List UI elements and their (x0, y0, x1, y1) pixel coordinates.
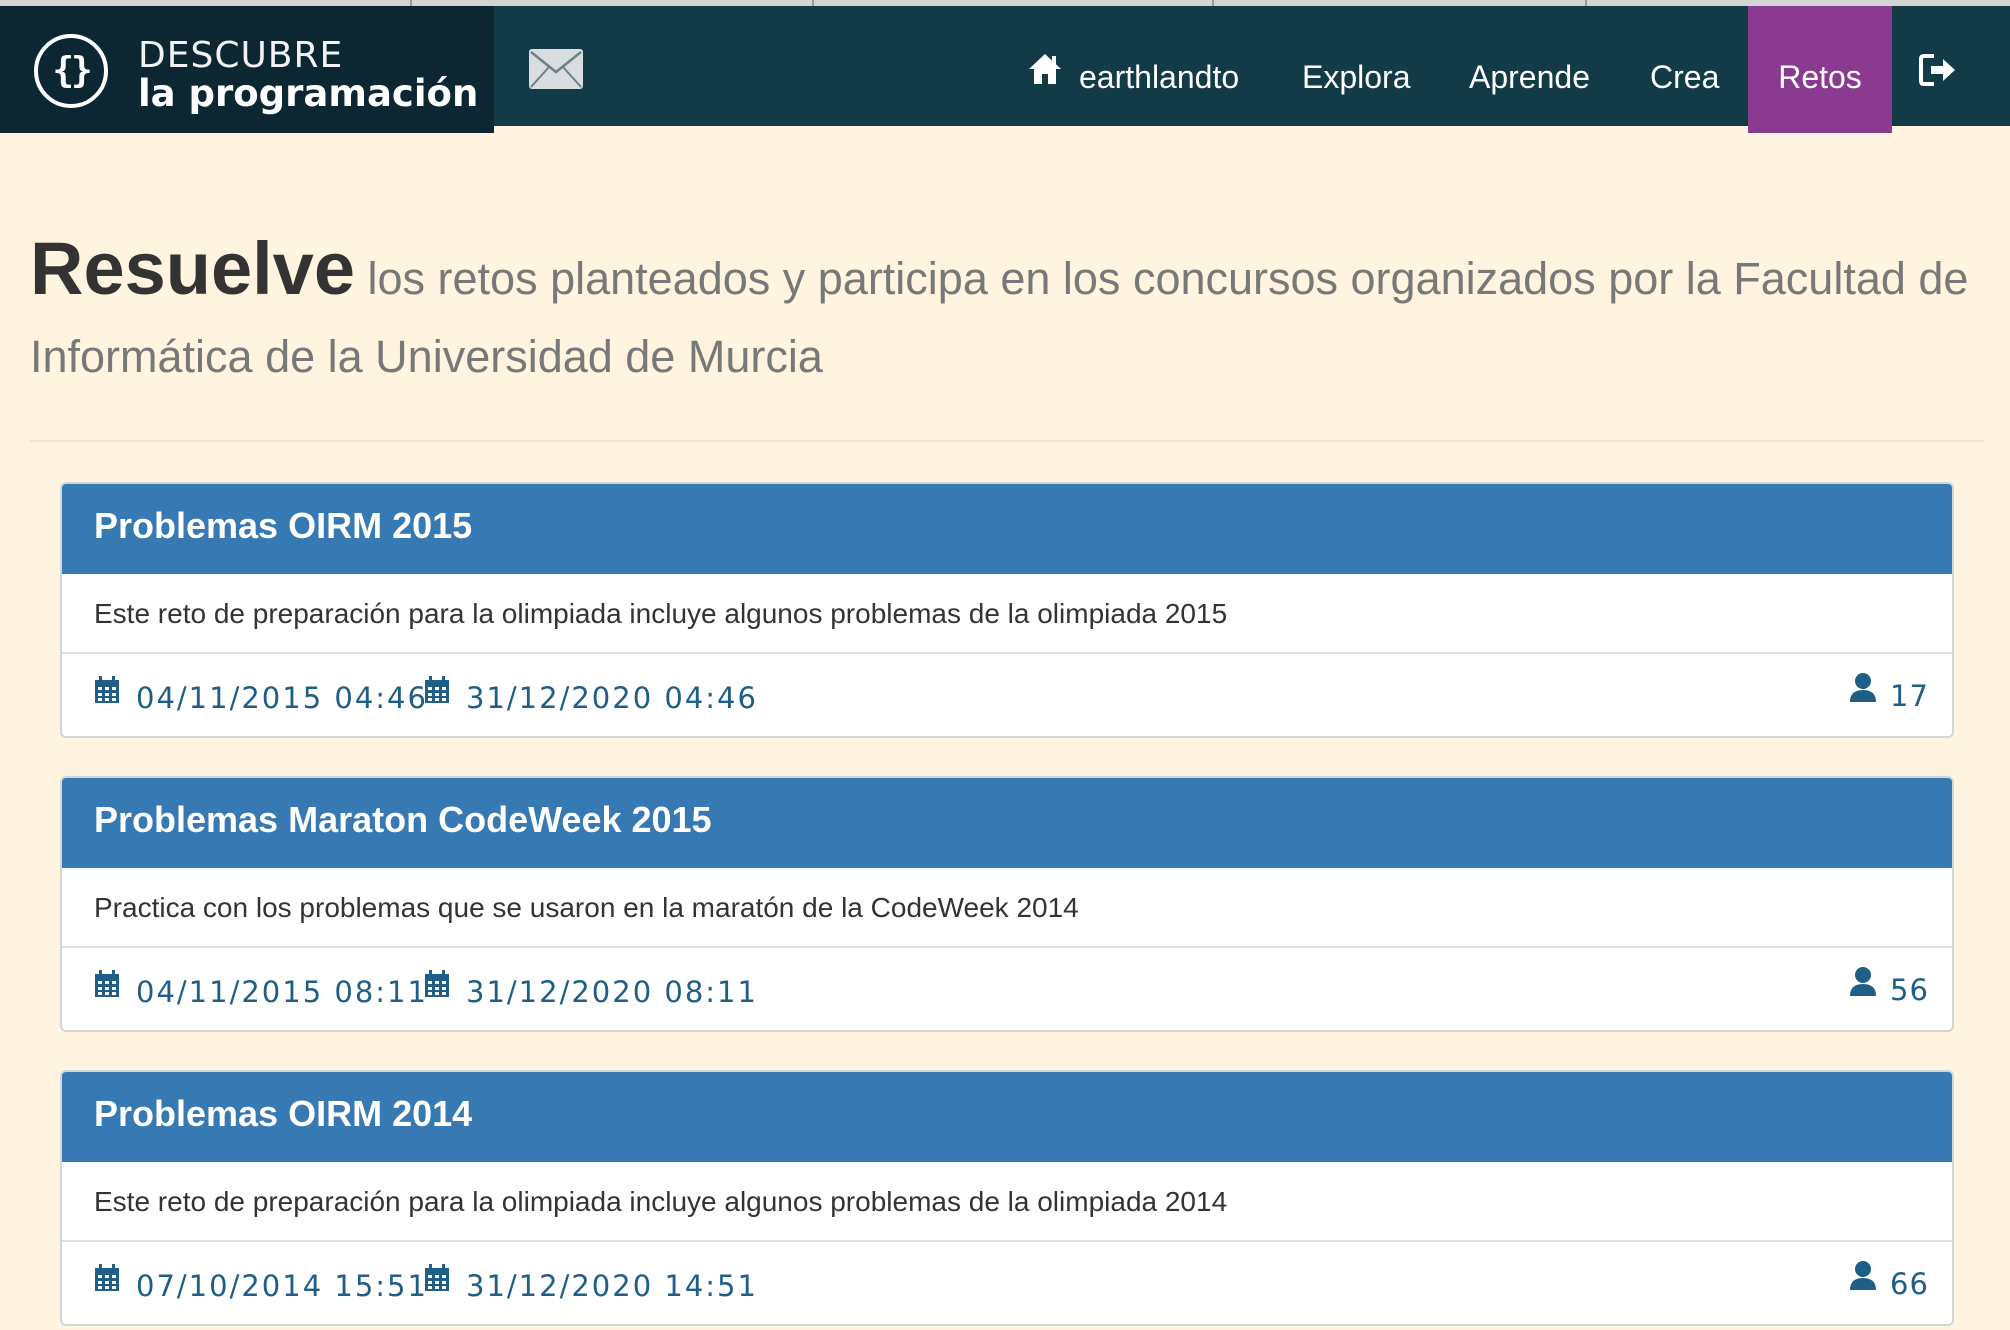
headline-strong: Resuelve (30, 227, 355, 310)
envelope-icon[interactable] (528, 48, 584, 90)
end-date: 31/12/2020 14:51 (466, 1269, 758, 1303)
start-date: 04/11/2015 04:46 (136, 681, 428, 715)
calendar-icon (425, 1264, 449, 1291)
participant-count: 66 (1890, 1267, 1929, 1301)
challenge-meta: 07/10/2014 15:51 31/12/2020 14:51 66 (62, 1242, 1952, 1324)
challenge-title[interactable]: Problemas OIRM 2015 (62, 484, 1952, 574)
challenge-card: Problemas Maraton CodeWeek 2015 Practica… (60, 776, 1954, 1032)
participant-count: 17 (1890, 679, 1929, 713)
brand-line2: la programación (138, 72, 479, 115)
braces-logo-icon: {} (34, 34, 108, 108)
calendar-icon (95, 676, 119, 703)
user-icon (1850, 1261, 1876, 1290)
start-date: 07/10/2014 15:51 (136, 1269, 428, 1303)
nav-explora[interactable]: Explora (1302, 6, 1411, 126)
user-icon (1850, 967, 1876, 996)
calendar-icon (425, 970, 449, 997)
nav-crea[interactable]: Crea (1650, 6, 1719, 126)
participant-count: 56 (1890, 973, 1929, 1007)
nav-retos[interactable]: Retos (1748, 6, 1892, 133)
challenge-meta: 04/11/2015 08:11 31/12/2020 08:11 56 (62, 948, 1952, 1030)
challenge-meta: 04/11/2015 04:46 31/12/2020 04:46 17 (62, 654, 1952, 736)
challenge-title[interactable]: Problemas OIRM 2014 (62, 1072, 1952, 1162)
start-date: 04/11/2015 08:11 (136, 975, 428, 1009)
calendar-icon (425, 676, 449, 703)
challenge-title[interactable]: Problemas Maraton CodeWeek 2015 (62, 778, 1952, 868)
calendar-icon (95, 970, 119, 997)
challenge-card: Problemas OIRM 2015 Este reto de prepara… (60, 482, 1954, 738)
brand-logo-link[interactable]: {} DESCUBRE la programación (0, 6, 494, 133)
divider (30, 440, 1984, 442)
home-icon (1029, 54, 1061, 84)
challenge-description: Este reto de preparación para la olimpia… (62, 574, 1952, 654)
nav-user-label: earthlandto (1079, 59, 1240, 95)
calendar-icon (95, 1264, 119, 1291)
page-headline: Resuelve los retos planteados y particip… (30, 230, 1980, 396)
challenge-description: Este reto de preparación para la olimpia… (62, 1162, 1952, 1242)
logout-icon[interactable] (1918, 52, 1958, 88)
end-date: 31/12/2020 04:46 (466, 681, 758, 715)
user-icon (1850, 673, 1876, 702)
end-date: 31/12/2020 08:11 (466, 975, 758, 1009)
challenge-card: Problemas OIRM 2014 Este reto de prepara… (60, 1070, 1954, 1326)
challenge-description: Practica con los problemas que se usaron… (62, 868, 1952, 948)
nav-aprende[interactable]: Aprende (1469, 6, 1590, 126)
